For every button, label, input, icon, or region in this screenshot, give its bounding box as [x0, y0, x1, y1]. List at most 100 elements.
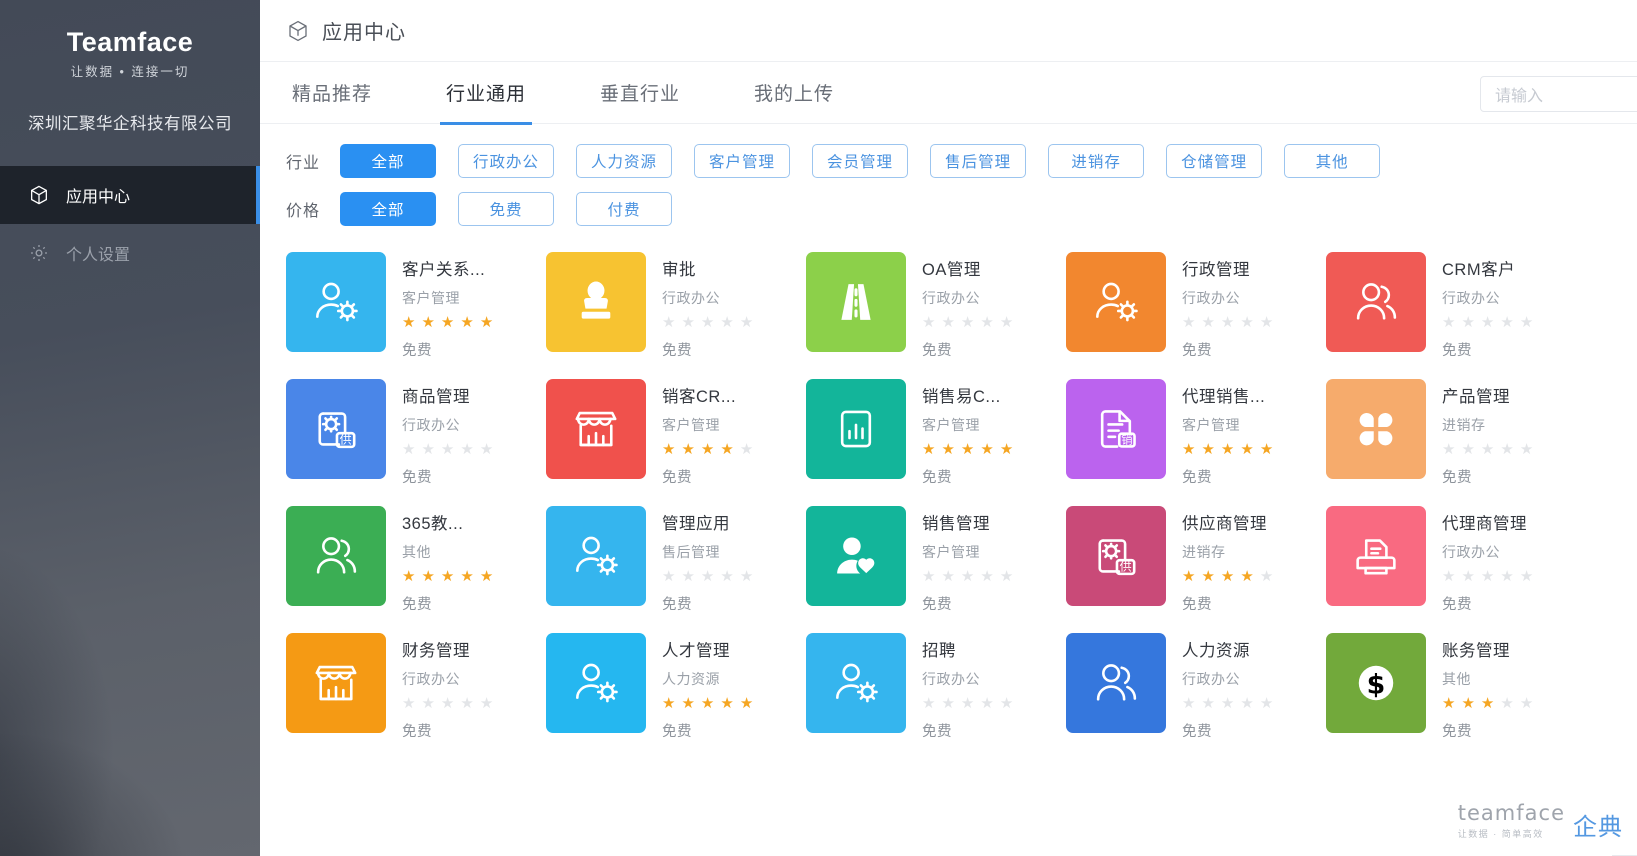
- app-card[interactable]: 销售易C... 客户管理 ★ ★ ★ ★ ★ 免费: [806, 379, 1066, 506]
- star-icon: ★: [1461, 568, 1475, 585]
- app-name: 365教...: [402, 515, 464, 533]
- star-icon: ★: [421, 314, 435, 331]
- price-chip-all[interactable]: 全部: [340, 192, 436, 226]
- app-price: 免费: [402, 724, 432, 740]
- app-card[interactable]: 招聘 行政办公 ★ ★ ★ ★ ★ 免费: [806, 633, 1066, 760]
- price-chip-free[interactable]: 免费: [458, 192, 554, 226]
- app-card[interactable]: 产品管理 进销存 ★ ★ ★ ★ ★ 免费: [1326, 379, 1586, 506]
- app-card-info: 审批 行政办公 ★ ★ ★ ★ ★ 免费: [662, 252, 753, 360]
- shop-icon: [546, 379, 646, 479]
- app-card[interactable]: 行政管理 行政办公 ★ ★ ★ ★ ★ 免费: [1066, 252, 1326, 379]
- tab-industry-general[interactable]: 行业通用: [440, 62, 533, 125]
- app-card[interactable]: 人力资源 行政办公 ★ ★ ★ ★ ★ 免费: [1066, 633, 1326, 760]
- app-category: 行政办公: [402, 671, 460, 687]
- filter-chip-member-mgmt[interactable]: 会员管理: [812, 144, 909, 178]
- app-price: 免费: [1182, 724, 1212, 740]
- app-card[interactable]: 代理商管理 行政办公 ★ ★ ★ ★ ★ 免费: [1326, 506, 1586, 633]
- app-rating: ★ ★ ★ ★ ★: [1442, 696, 1533, 711]
- brand-slogan: 让数据 • 连接一切: [70, 65, 190, 80]
- star-icon: ★: [700, 314, 715, 331]
- sidebar-item-personal-settings[interactable]: 个人设置: [0, 224, 260, 282]
- users-icon: [1066, 633, 1166, 733]
- star-icon: ★: [681, 695, 695, 712]
- app-rating: ★ ★ ★ ★ ★: [1182, 315, 1273, 330]
- gear-icon: [28, 242, 54, 264]
- app-category: 人力资源: [662, 671, 720, 687]
- star-icon: ★: [421, 441, 435, 458]
- app-card[interactable]: 管理应用 售后管理 ★ ★ ★ ★ ★ 免费: [546, 506, 806, 633]
- app-card-info: 销客CR... 客户管理 ★ ★ ★ ★ ★ 免费: [662, 379, 753, 487]
- user-gear-icon: [1066, 252, 1166, 352]
- filter-chip-hr[interactable]: 人力资源: [576, 144, 673, 178]
- app-rating: ★ ★ ★ ★ ★: [402, 569, 493, 584]
- tab-featured[interactable]: 精品推荐: [286, 62, 378, 124]
- app-category: 进销存: [1442, 417, 1486, 433]
- star-icon: ★: [922, 314, 936, 331]
- star-icon: ★: [440, 441, 455, 458]
- star-icon: ★: [941, 314, 955, 331]
- svg-text:供: 供: [340, 433, 352, 447]
- tab-label: 垂直行业: [600, 84, 681, 105]
- app-card[interactable]: 财务管理 行政办公 ★ ★ ★ ★ ★ 免费: [286, 633, 546, 760]
- star-icon: ★: [980, 568, 994, 585]
- app-card[interactable]: 销代理销售... 客户管理 ★ ★ ★ ★ ★ 免费: [1066, 379, 1326, 506]
- users-icon: [1326, 252, 1426, 352]
- star-icon: ★: [739, 568, 754, 585]
- app-name: 账务管理: [1442, 642, 1510, 660]
- app-card-info: 招聘 行政办公 ★ ★ ★ ★ ★ 免费: [922, 633, 1013, 741]
- filter-chip-all[interactable]: 全部: [340, 144, 436, 178]
- app-price: 免费: [1442, 343, 1472, 359]
- star-icon: ★: [720, 314, 734, 331]
- filter-chip-inventory[interactable]: 进销存: [1048, 144, 1145, 178]
- price-chip-paid[interactable]: 付费: [576, 192, 672, 226]
- app-card[interactable]: 供 供应商管理 进销存 ★ ★ ★ ★ ★ 免费: [1066, 506, 1326, 633]
- filter-row-industry: 行业 全部 行政办公 人力资源 客户管理 会员管理 售后管理 进销存 仓储管理 …: [286, 144, 1637, 178]
- star-icon: ★: [1201, 568, 1215, 585]
- filter-label-industry: 行业: [286, 155, 321, 172]
- app-rating: ★ ★ ★ ★ ★: [402, 696, 493, 711]
- main-content: 应用中心 精品推荐 行业通用 垂直行业 我的上传 请输入 行业 全部 行政办公 …: [260, 0, 1637, 856]
- app-card-info: 代理商管理 行政办公 ★ ★ ★ ★ ★ 免费: [1442, 506, 1533, 614]
- app-card[interactable]: OA管理 行政办公 ★ ★ ★ ★ ★ 免费: [806, 252, 1066, 379]
- sidebar-item-app-center[interactable]: 应用中心: [0, 166, 260, 225]
- app-card[interactable]: 销售管理 客户管理 ★ ★ ★ ★ ★ 免费: [806, 506, 1066, 633]
- app-card[interactable]: 销客CR... 客户管理 ★ ★ ★ ★ ★ 免费: [546, 379, 806, 506]
- filter-chip-aftersales[interactable]: 售后管理: [930, 144, 1027, 178]
- app-category: 行政办公: [922, 290, 980, 306]
- app-name: 销售管理: [922, 515, 990, 533]
- star-icon: ★: [1442, 441, 1456, 458]
- app-price: 免费: [922, 470, 952, 486]
- tab-vertical-industry[interactable]: 垂直行业: [594, 62, 686, 124]
- star-icon: ★: [479, 314, 494, 331]
- users-icon: [286, 506, 386, 606]
- star-icon: ★: [922, 695, 936, 712]
- app-card[interactable]: 供商品管理 行政办公 ★ ★ ★ ★ ★ 免费: [286, 379, 546, 506]
- app-price: 免费: [922, 343, 952, 359]
- filter-chip-customer-mgmt[interactable]: 客户管理: [694, 144, 791, 178]
- app-card[interactable]: 审批 行政办公 ★ ★ ★ ★ ★ 免费: [546, 252, 806, 379]
- star-icon: ★: [1461, 314, 1475, 331]
- filter-chip-other[interactable]: 其他: [1284, 144, 1381, 178]
- app-price: 免费: [1442, 724, 1472, 740]
- sidebar: Teamface 让数据 • 连接一切 深圳汇聚华企科技有限公司 应用中心 个人…: [0, 0, 260, 856]
- star-icon: ★: [1240, 441, 1254, 458]
- app-card[interactable]: CRM客户 行政办公 ★ ★ ★ ★ ★ 免费: [1326, 252, 1586, 379]
- star-icon: ★: [681, 568, 695, 585]
- tab-my-uploads[interactable]: 我的上传: [748, 62, 840, 124]
- filter-chip-warehouse[interactable]: 仓储管理: [1166, 144, 1263, 178]
- filter-chip-admin-office[interactable]: 行政办公: [458, 144, 555, 178]
- filter-row-price: 价格 全部 免费 付费: [286, 192, 1637, 226]
- app-card[interactable]: 客户关系... 客户管理 ★ ★ ★ ★ ★ 免费: [286, 252, 546, 379]
- app-card-info: 销售管理 客户管理 ★ ★ ★ ★ ★ 免费: [922, 506, 1013, 614]
- app-card[interactable]: 人才管理 人力资源 ★ ★ ★ ★ ★ 免费: [546, 633, 806, 760]
- app-card-info: 财务管理 行政办公 ★ ★ ★ ★ ★ 免费: [402, 633, 493, 741]
- sidebar-item-label: 个人设置: [66, 247, 131, 265]
- star-icon: ★: [662, 568, 676, 585]
- star-icon: ★: [440, 695, 455, 712]
- app-card[interactable]: $ 账务管理 其他 ★ ★ ★ ★ ★ 免费: [1326, 633, 1586, 760]
- app-card[interactable]: 365教... 其他 ★ ★ ★ ★ ★ 免费: [286, 506, 546, 633]
- app-name: 人才管理: [662, 642, 730, 660]
- star-icon: ★: [1220, 695, 1235, 712]
- app-category: 客户管理: [922, 417, 980, 433]
- search-input[interactable]: 请输入: [1480, 76, 1637, 112]
